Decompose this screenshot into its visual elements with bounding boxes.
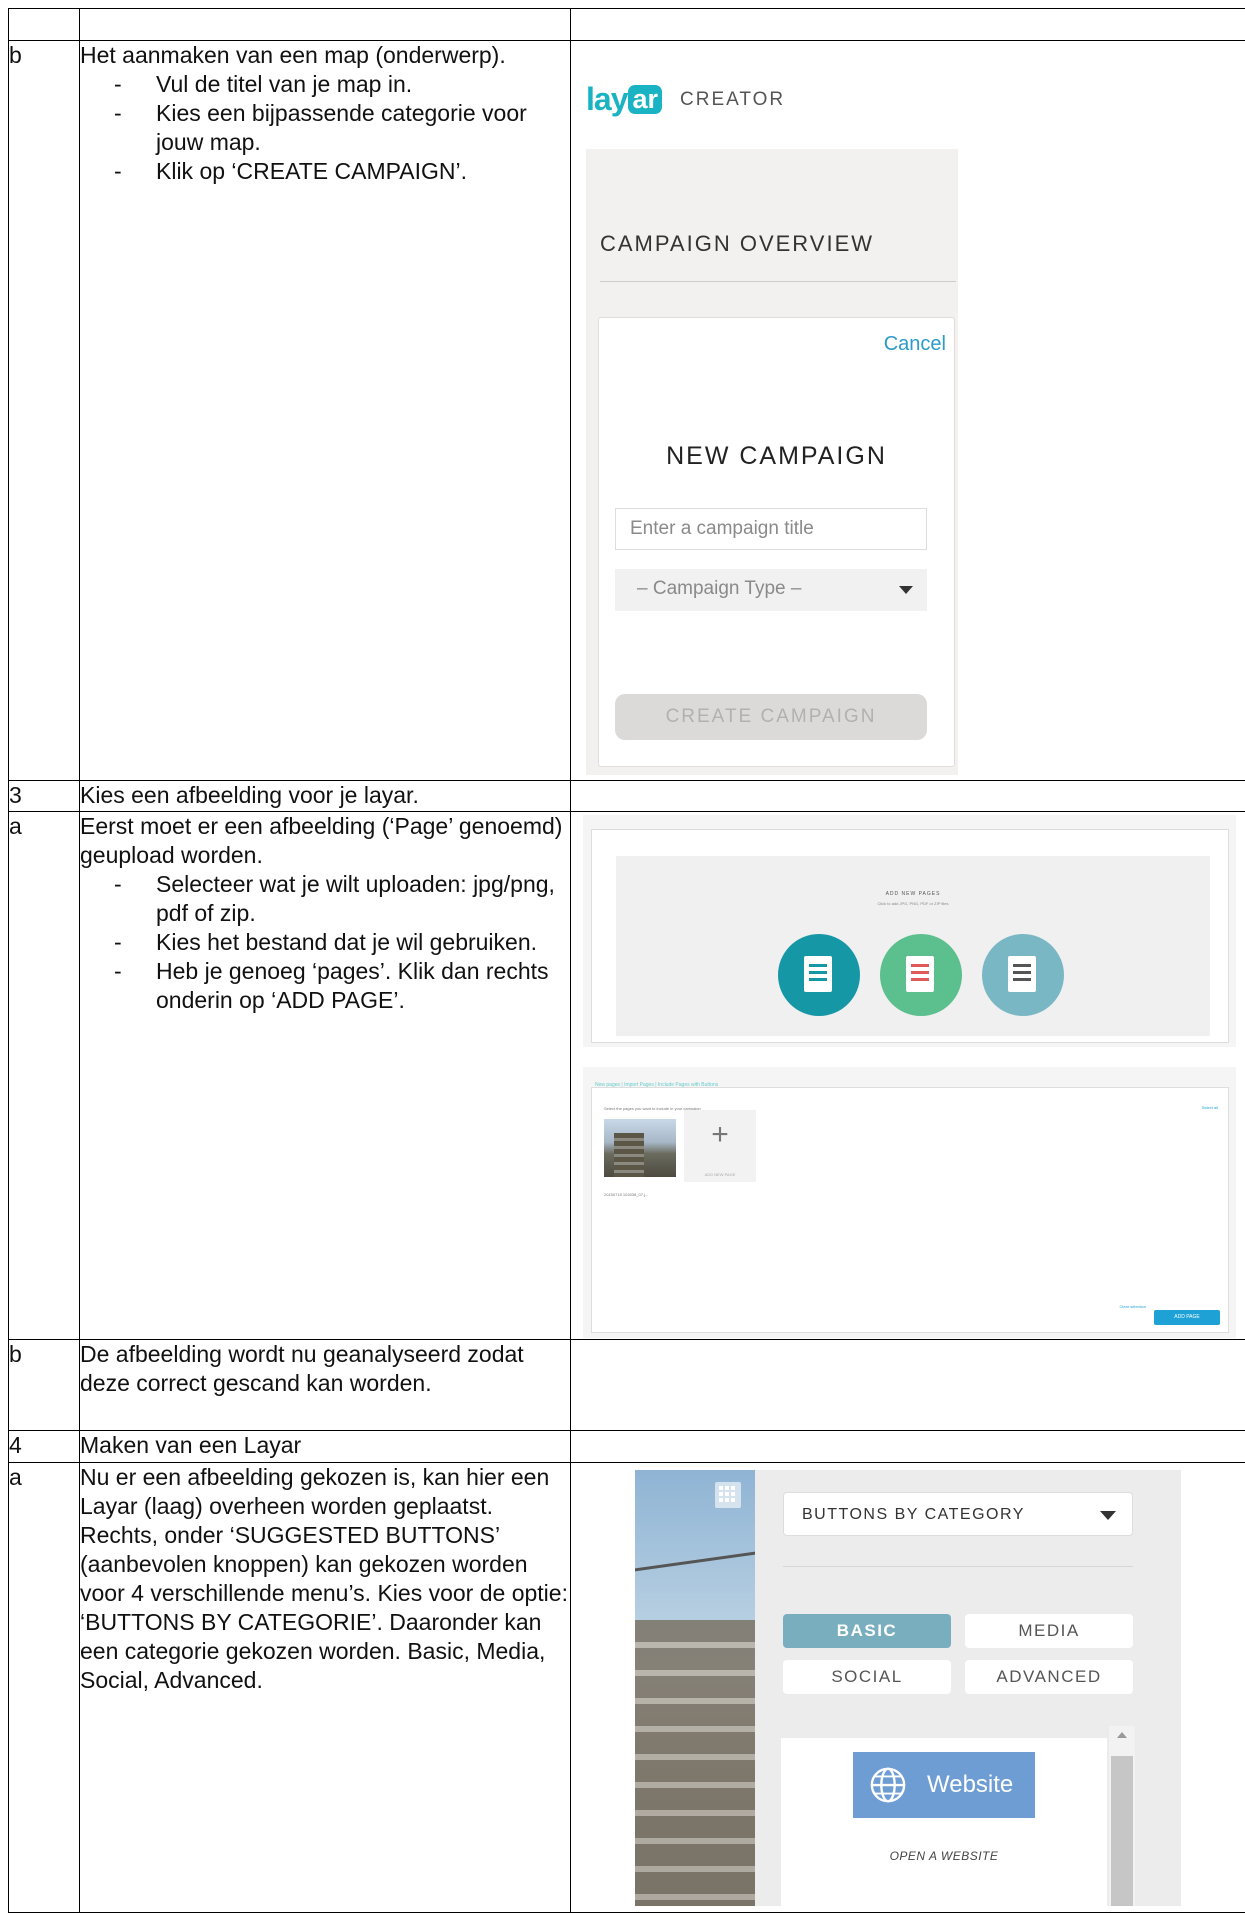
step-image-cell: BUTTONS BY CATEGORY BASIC MEDIA SOCIAL A… [571, 1463, 1245, 1913]
add-pages-screenshot: New pages | Import Pages | Include Pages… [583, 815, 1236, 1047]
zip-file-glyph [1008, 956, 1036, 992]
campaign-title-input[interactable]: Enter a campaign title [615, 508, 927, 550]
step-number: 3 [9, 781, 80, 812]
step-bullets: Vul de titel van je map in. Kies een bij… [80, 70, 570, 186]
logo-lay: lay [586, 85, 627, 114]
list-item: Heb je genoeg ‘pages’. Klik dan rechts o… [156, 957, 570, 1015]
step-image-cell [571, 1340, 1245, 1431]
scrollbar[interactable] [1109, 1726, 1135, 1906]
chevron-down-icon [899, 586, 913, 594]
new-campaign-card: Cancel NEW CAMPAIGN Enter a campaign tit… [598, 317, 955, 767]
select-all-checkbox[interactable]: Select all [1202, 1093, 1218, 1122]
cancel-link[interactable]: Cancel [884, 330, 946, 359]
list-item: Vul de titel van je map in. [156, 70, 570, 99]
category-media[interactable]: MEDIA [965, 1614, 1133, 1648]
category-social[interactable]: SOCIAL [783, 1660, 951, 1694]
divider [600, 281, 956, 282]
step-number: a [9, 1463, 80, 1913]
table-row: b Het aanmaken van een map (onderwerp). … [9, 41, 1245, 781]
table-row: 4 Maken van een Layar [9, 1431, 1245, 1463]
create-campaign-button[interactable]: CREATE CAMPAIGN [615, 694, 927, 740]
step-image-cell [571, 781, 1245, 812]
clear-selection-link[interactable]: Clear selection [1120, 1292, 1146, 1321]
step-bullets: Selecteer wat je wilt uploaden: jpg/png,… [80, 870, 570, 1015]
table-row [9, 9, 1245, 41]
list-item: Selecteer wat je wilt uploaden: jpg/png,… [156, 870, 570, 928]
website-button[interactable]: Website [853, 1752, 1035, 1818]
step-text: Eerst moet er een afbeelding (‘Page’ gen… [80, 812, 571, 1340]
step-text: Kies een afbeelding voor je layar. [80, 781, 571, 812]
campaign-type-placeholder: – Campaign Type – [637, 578, 801, 599]
dropdown-label: BUTTONS BY CATEGORY [802, 1506, 1025, 1523]
add-new-page-label: ADD NEW PAGE [684, 1160, 756, 1189]
campaign-overview-title: CAMPAIGN OVERVIEW [586, 149, 958, 258]
buttons-by-category-screenshot: BUTTONS BY CATEGORY BASIC MEDIA SOCIAL A… [635, 1470, 1181, 1906]
select-pages-screenshot: New pages | Import Pages | Include Pages… [583, 1067, 1236, 1338]
layar-creator-screenshot: lay ar CREATOR CAMPAIGN OVERVIEW Cancel … [586, 49, 958, 775]
website-button-description: OPEN A WEBSITE [781, 1842, 1107, 1871]
logo-ar: ar [628, 85, 662, 114]
buttons-category-dropdown[interactable]: BUTTONS BY CATEGORY [783, 1492, 1133, 1536]
image-file-glyph [804, 956, 832, 992]
layar-logo: lay ar CREATOR [586, 85, 785, 114]
step-text: Maken van een Layar [80, 1431, 571, 1463]
pdf-file-glyph [906, 956, 934, 992]
page-thumbnail[interactable] [604, 1119, 676, 1177]
step-image-cell: lay ar CREATOR CAMPAIGN OVERVIEW Cancel … [571, 41, 1245, 781]
step-number [9, 9, 80, 41]
category-basic[interactable]: BASIC [783, 1614, 951, 1648]
divider [783, 1566, 1133, 1567]
table-row: 3 Kies een afbeelding voor je layar. [9, 781, 1245, 812]
scroll-up-icon[interactable] [1117, 1732, 1127, 1738]
photo-railing [635, 1552, 755, 1622]
add-new-pages-sublabel: Click to add JPG, PNG, PDF or ZIP files [616, 889, 1210, 918]
website-button-label: Website [927, 1771, 1013, 1798]
photo-building [635, 1620, 755, 1906]
step-number: b [9, 41, 80, 781]
campaign-type-select[interactable]: – Campaign Type – [615, 569, 927, 611]
step-number: a [9, 812, 80, 1340]
chevron-down-icon [1100, 1511, 1116, 1520]
list-item: Kies een bijpassende categorie voor jouw… [156, 99, 570, 157]
plus-icon: + [684, 1120, 756, 1150]
step-text: De afbeelding wordt nu geanalyseerd zoda… [80, 1340, 571, 1431]
buttons-sidebar: BUTTONS BY CATEGORY BASIC MEDIA SOCIAL A… [755, 1470, 1181, 1906]
select-pages-panel: Select the pages you want to include in … [591, 1087, 1229, 1333]
pdf-file-icon[interactable] [880, 934, 962, 1016]
grid-icon[interactable] [715, 1482, 741, 1508]
logo-creator: CREATOR [680, 85, 785, 114]
thumbnail-caption: 20150715 103038_07.j... [604, 1180, 648, 1209]
step-intro: Het aanmaken van een map (onderwerp). [80, 41, 570, 70]
table-row: b De afbeelding wordt nu geanalyseerd zo… [9, 1340, 1245, 1431]
instruction-table: b Het aanmaken van een map (onderwerp). … [8, 8, 1245, 1913]
scrollbar-thumb[interactable] [1111, 1756, 1133, 1906]
step-number: 4 [9, 1431, 80, 1463]
globe-icon [869, 1766, 907, 1804]
step-number: b [9, 1340, 80, 1431]
step-text: Het aanmaken van een map (onderwerp). Vu… [80, 41, 571, 781]
table-row: a Nu er een afbeelding gekozen is, kan h… [9, 1463, 1245, 1913]
page-photo [635, 1470, 755, 1906]
step-image-cell [571, 9, 1245, 41]
step-text: Nu er een afbeelding gekozen is, kan hie… [80, 1463, 571, 1913]
add-pages-panel: ADD NEW PAGES Click to add JPG, PNG, PDF… [591, 829, 1229, 1043]
upload-dropzone[interactable]: ADD NEW PAGES Click to add JPG, PNG, PDF… [616, 856, 1210, 1036]
add-page-button[interactable]: ADD PAGE [1154, 1310, 1220, 1325]
step-image-cell [571, 1431, 1245, 1463]
table-row: a Eerst moet er een afbeelding (‘Page’ g… [9, 812, 1245, 1340]
step-text [80, 9, 571, 41]
image-file-icon[interactable] [778, 934, 860, 1016]
button-list: Website OPEN A WEBSITE [781, 1738, 1107, 1906]
new-campaign-heading: NEW CAMPAIGN [599, 442, 954, 471]
step-intro: Eerst moet er een afbeelding (‘Page’ gen… [80, 812, 570, 870]
creator-header: lay ar CREATOR [586, 49, 958, 149]
category-advanced[interactable]: ADVANCED [965, 1660, 1133, 1694]
zip-file-icon[interactable] [982, 934, 1064, 1016]
add-new-page-button[interactable]: + ADD NEW PAGE [684, 1110, 756, 1182]
list-item: Kies het bestand dat je wil gebruiken. [156, 928, 570, 957]
list-item: Klik op ‘CREATE CAMPAIGN’. [156, 157, 570, 186]
step-image-cell: New pages | Import Pages | Include Pages… [571, 812, 1245, 1340]
